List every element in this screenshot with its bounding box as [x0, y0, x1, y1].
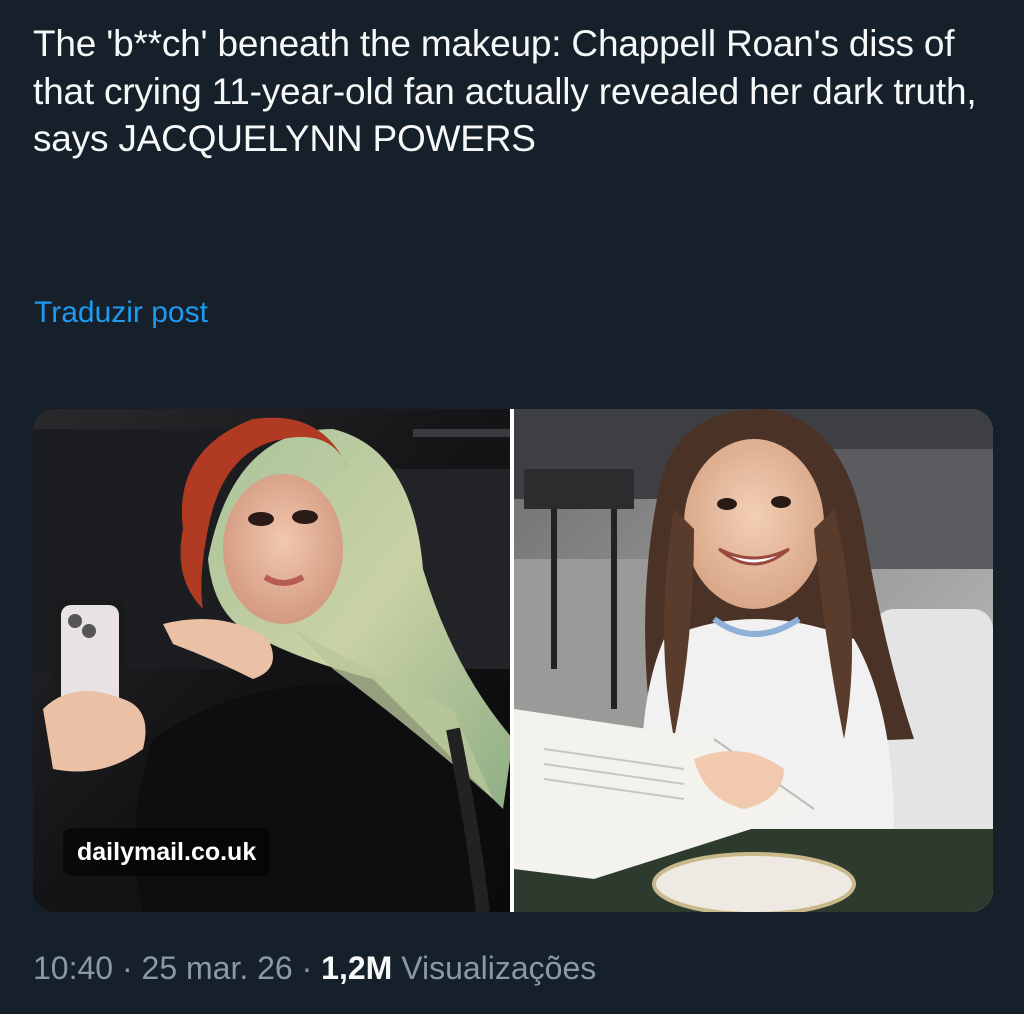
meta-separator: ·: [292, 950, 322, 986]
right-photo: [514, 409, 993, 912]
post-time[interactable]: 10:40: [33, 950, 113, 986]
post-date[interactable]: 25 mar. 26: [142, 950, 293, 986]
views-count[interactable]: 1,2M: [321, 950, 392, 986]
post-text: The 'b**ch' beneath the makeup: Chappell…: [33, 23, 977, 159]
views-label[interactable]: Visualizações: [392, 950, 596, 986]
translate-post-link[interactable]: Traduzir post: [34, 296, 208, 330]
post-meta: 10:40 · 25 mar. 26 · 1,2M Visualizações: [33, 950, 596, 987]
meta-separator: ·: [113, 950, 142, 986]
link-card-media[interactable]: dailymail.co.uk: [33, 409, 993, 912]
source-domain-badge: dailymail.co.uk: [63, 828, 271, 876]
